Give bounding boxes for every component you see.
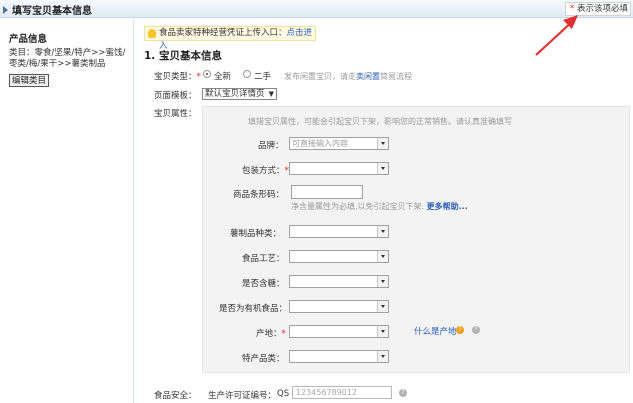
brand-combobox[interactable]: 可直接输入内容 [289,137,389,150]
dropdown-arrow-icon[interactable] [377,301,388,312]
process-select[interactable] [289,250,389,263]
what-is-origin-link[interactable]: 什么是产地 [414,325,457,337]
barcode-input[interactable] [291,185,363,199]
page-template-label: 页面模板： [154,91,197,101]
category-path: 类目：零食/坚果/特产>>蜜饯/枣类/梅/果干>>薯类制品 [9,48,126,69]
organic-label: 是否为有机食品： [219,304,288,314]
dropdown-arrow-icon[interactable] [377,163,388,174]
help-icon[interactable]: ? [456,326,464,334]
radio-new-label: 全新 [214,72,232,82]
required-legend-text: 表示该项必填 [576,4,628,14]
potato-type-select[interactable] [289,225,389,238]
attributes-hint: 填错宝贝属性，可能会引起宝贝下架，影响您的正常销售。请认真准确填写 [248,117,512,126]
barcode-label: 商品条形码： [233,190,285,200]
page-template-select[interactable]: 默认宝贝详情页 ▼ [202,88,277,100]
page-template-value: 默认宝贝详情页 [205,89,265,99]
license-input[interactable]: 123456789012 [292,386,392,399]
page-title: 填写宝贝基本信息 [3,2,92,17]
radio-used[interactable] [243,70,251,78]
required-legend: * 表示该项必填 [565,2,631,16]
license-help-icon[interactable]: ? [399,389,407,397]
sidebar-title: 产品信息 [9,34,48,45]
radio-new[interactable] [203,70,211,78]
more-help-link[interactable]: 更多帮助... [427,202,468,211]
lightbulb-icon [148,29,156,38]
radio-used-label: 二手 [254,72,272,82]
caret-down-icon: ▼ [268,90,274,98]
dropdown-arrow-icon[interactable] [377,326,388,337]
notice-bar: 食品卖家特种经营凭证上传入口：点击进入 [144,26,316,51]
arrow-right-icon [3,5,8,14]
item-type-label: 宝贝类型：* [154,72,201,82]
barcode-hint: 净含量属性为必填,以免引起宝贝下架. 更多帮助... [291,202,468,211]
dropdown-arrow-icon[interactable] [377,226,388,237]
page-header: 填写宝贝基本信息 * 表示该项必填 [0,0,633,18]
attributes-label: 宝贝属性： [154,109,197,119]
sugar-label: 是否含糖： [242,279,285,289]
edit-category-button[interactable]: 编辑类目 [9,74,50,87]
food-safety-label: 食品安全： [154,391,197,401]
dropdown-arrow-icon[interactable] [377,351,388,362]
dropdown-arrow-icon[interactable] [377,251,388,262]
section-title: 1. 宝贝基本信息 [144,50,222,62]
packaging-select[interactable] [289,162,389,175]
idle-item-hint: 发布闲置宝贝，请走卖闲置简易流程 [284,72,412,81]
process-label: 食品工艺： [242,254,285,264]
required-star: * [570,4,575,14]
sugar-select[interactable] [289,275,389,288]
specialty-label: 特产品类： [242,354,285,364]
notice-text: 食品卖家特种经营凭证上传入口： [159,28,287,38]
sidebar: 产品信息 类目：零食/坚果/特产>>蜜饯/枣类/梅/果干>>薯类制品 编辑类目 [0,18,134,403]
page-title-text: 填写宝贝基本信息 [12,6,92,17]
brand-label: 品牌： [258,141,284,151]
idle-item-link[interactable]: 卖闲置 [356,72,380,81]
info-icon[interactable]: ? [472,326,480,334]
dropdown-arrow-icon[interactable] [377,138,388,149]
packaging-label: 包装方式：* [242,166,289,176]
brand-placeholder: 可直接输入内容 [292,139,348,148]
origin-label: 产地：* [256,329,286,339]
origin-select[interactable] [289,325,389,338]
potato-type-label: 薯制品种类： [230,229,282,239]
specialty-select[interactable] [289,350,389,363]
license-prefix: QS [277,389,290,399]
organic-select[interactable] [289,300,389,313]
dropdown-arrow-icon[interactable] [377,276,388,287]
license-label: 生产许可证编号： [208,391,277,401]
